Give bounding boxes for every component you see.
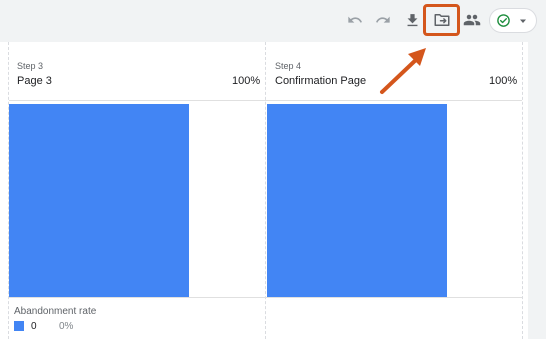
funnel-bar[interactable] [9, 104, 189, 297]
abandonment-count: 0 [31, 321, 37, 332]
redo-icon[interactable] [372, 9, 394, 31]
column-divider [265, 42, 266, 339]
check-circle-icon [496, 13, 511, 28]
abandonment-label: Abandonment rate [14, 306, 97, 317]
share-users-icon[interactable] [461, 9, 483, 31]
header-separator [9, 100, 522, 101]
vertical-scrollbar[interactable] [531, 42, 546, 339]
undo-icon[interactable] [344, 9, 366, 31]
download-icon[interactable] [401, 9, 423, 31]
step-label: Step 4 [275, 61, 302, 71]
footer-separator [9, 297, 522, 298]
export-to-folder-icon[interactable] [431, 9, 453, 31]
step-name: Confirmation Page [275, 75, 367, 87]
step-label: Step 3 [17, 61, 44, 71]
step-percent: 100% [232, 75, 261, 87]
report-toolbar [0, 0, 546, 40]
step-percent: 100% [489, 75, 518, 87]
abandonment-percent: 0% [59, 321, 74, 332]
funnel-bar[interactable] [267, 104, 447, 297]
step-name: Page 3 [17, 75, 52, 87]
column-divider [522, 42, 523, 339]
legend-swatch [14, 321, 24, 331]
dropdown-arrow-icon [518, 16, 528, 26]
status-dropdown[interactable] [489, 8, 537, 33]
funnel-canvas: Step 3 Page 3 100% Step 4 Confirmation P… [0, 42, 528, 339]
